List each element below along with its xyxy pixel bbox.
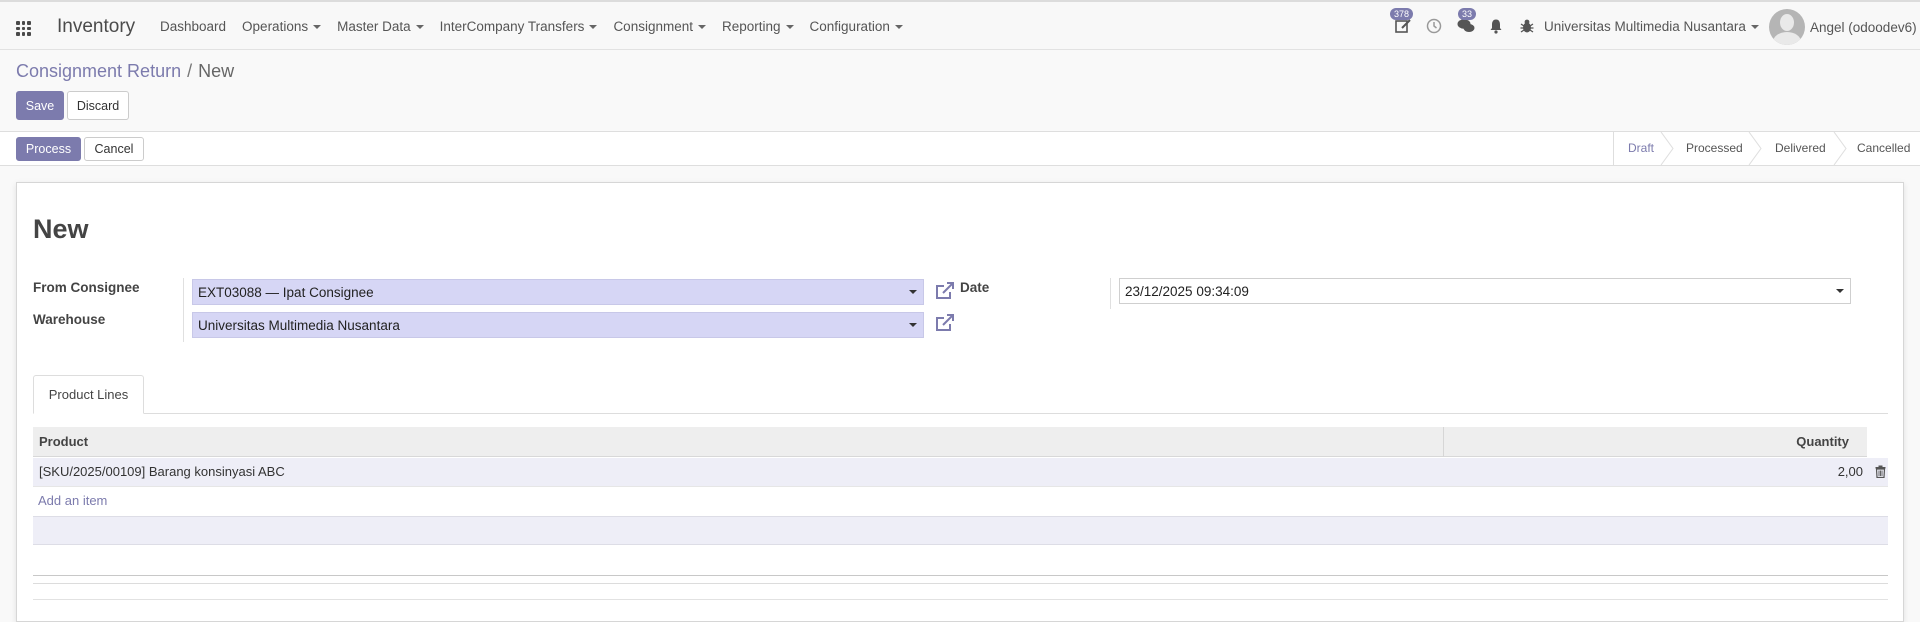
- table-row[interactable]: [SKU/2025/00109] Barang konsinyasi ABC 2…: [33, 458, 1888, 487]
- table-footer-line: [33, 575, 1888, 576]
- column-header-quantity[interactable]: Quantity: [1796, 427, 1849, 456]
- chevron-down-icon: [313, 25, 322, 29]
- company-switcher[interactable]: Universitas Multimedia Nusantara: [1544, 19, 1759, 34]
- breadcrumb-current: New: [198, 61, 235, 81]
- stage-delivered[interactable]: Delivered: [1775, 132, 1826, 165]
- discard-button[interactable]: Discard: [67, 91, 129, 120]
- stage-separator: [1833, 132, 1847, 165]
- stage-separator: [1660, 132, 1674, 165]
- date-field[interactable]: 23/12/2025 09:34:09: [1119, 278, 1851, 304]
- form-statusbar: Process Cancel Draft Processed Delivered…: [0, 131, 1920, 166]
- clock-icon[interactable]: [1426, 18, 1442, 37]
- breadcrumb: Consignment Return / New: [16, 61, 234, 82]
- breadcrumb-separator: /: [187, 61, 193, 81]
- cell-product[interactable]: [SKU/2025/00109] Barang konsinyasi ABC: [39, 458, 285, 486]
- empty-table-row: [33, 516, 1888, 545]
- table-header: Product Quantity: [33, 427, 1867, 457]
- warehouse-label: Warehouse: [33, 312, 106, 327]
- top-navbar: Inventory Dashboard Operations Master Da…: [0, 0, 1920, 50]
- warehouse-value: Universitas Multimedia Nusantara: [198, 318, 400, 333]
- cell-quantity[interactable]: 2,00: [1838, 458, 1863, 486]
- cancel-button[interactable]: Cancel: [84, 137, 144, 161]
- label-separator: [183, 278, 184, 342]
- apps-grid-icon[interactable]: [16, 21, 31, 36]
- messages-icon[interactable]: 33: [1457, 8, 1477, 37]
- menu-intercompany-transfers[interactable]: InterCompany Transfers: [440, 19, 598, 34]
- chevron-down-icon: [415, 25, 424, 29]
- avatar[interactable]: [1769, 9, 1805, 45]
- stage-separator: [1748, 132, 1762, 165]
- record-title: New: [33, 214, 89, 244]
- chevron-down-icon: [894, 25, 903, 29]
- bug-icon[interactable]: [1519, 18, 1535, 37]
- column-header-product[interactable]: Product: [39, 427, 88, 456]
- from-consignee-value: EXT03088 — Ipat Consignee: [198, 285, 374, 300]
- from-consignee-field[interactable]: EXT03088 — Ipat Consignee: [192, 279, 924, 305]
- activity-icon[interactable]: 378: [1390, 8, 1414, 37]
- table-footer-line: [33, 583, 1888, 584]
- chevron-down-icon: [1836, 289, 1844, 293]
- column-divider: [1443, 427, 1444, 457]
- main-menu: Dashboard Operations Master Data InterCo…: [160, 19, 919, 34]
- chevron-down-icon: [785, 25, 794, 29]
- label-separator: [1110, 278, 1111, 309]
- tab-divider: [33, 413, 1888, 414]
- menu-master-data[interactable]: Master Data: [337, 19, 424, 34]
- bell-icon[interactable]: [1488, 18, 1504, 37]
- stage-processed[interactable]: Processed: [1686, 132, 1743, 165]
- menu-dashboard[interactable]: Dashboard: [160, 19, 226, 34]
- menu-consignment[interactable]: Consignment: [613, 19, 706, 34]
- app-title[interactable]: Inventory: [57, 16, 135, 38]
- chevron-down-icon: [909, 323, 917, 327]
- statusbar-divider: [1613, 132, 1614, 165]
- menu-reporting[interactable]: Reporting: [722, 19, 794, 34]
- tab-product-lines[interactable]: Product Lines: [33, 375, 144, 414]
- warehouse-field[interactable]: Universitas Multimedia Nusantara: [192, 312, 924, 338]
- messages-count-badge: 33: [1458, 8, 1477, 20]
- chevron-down-icon: [1750, 25, 1759, 29]
- date-value: 23/12/2025 09:34:09: [1125, 284, 1249, 299]
- add-item-link[interactable]: Add an item: [38, 493, 107, 508]
- from-consignee-label: From Consignee: [33, 280, 140, 295]
- activity-count-badge: 378: [1390, 8, 1414, 20]
- stage-cancelled[interactable]: Cancelled: [1857, 132, 1910, 165]
- form-sheet: [16, 182, 1904, 622]
- external-link-icon[interactable]: [935, 314, 955, 335]
- process-button[interactable]: Process: [16, 137, 81, 161]
- chevron-down-icon: [589, 25, 598, 29]
- trash-icon[interactable]: [1875, 465, 1886, 481]
- stage-draft[interactable]: Draft: [1628, 132, 1654, 165]
- row-divider: [33, 486, 1888, 487]
- breadcrumb-parent[interactable]: Consignment Return: [16, 61, 181, 81]
- chevron-down-icon: [909, 290, 917, 294]
- save-button[interactable]: Save: [16, 91, 64, 120]
- menu-operations[interactable]: Operations: [242, 19, 322, 34]
- chevron-down-icon: [697, 25, 706, 29]
- user-menu[interactable]: Angel (odoodev6): [1810, 20, 1917, 35]
- menu-configuration[interactable]: Configuration: [810, 19, 903, 34]
- table-footer-line: [33, 599, 1888, 600]
- date-label: Date: [960, 280, 990, 295]
- external-link-icon[interactable]: [935, 282, 955, 303]
